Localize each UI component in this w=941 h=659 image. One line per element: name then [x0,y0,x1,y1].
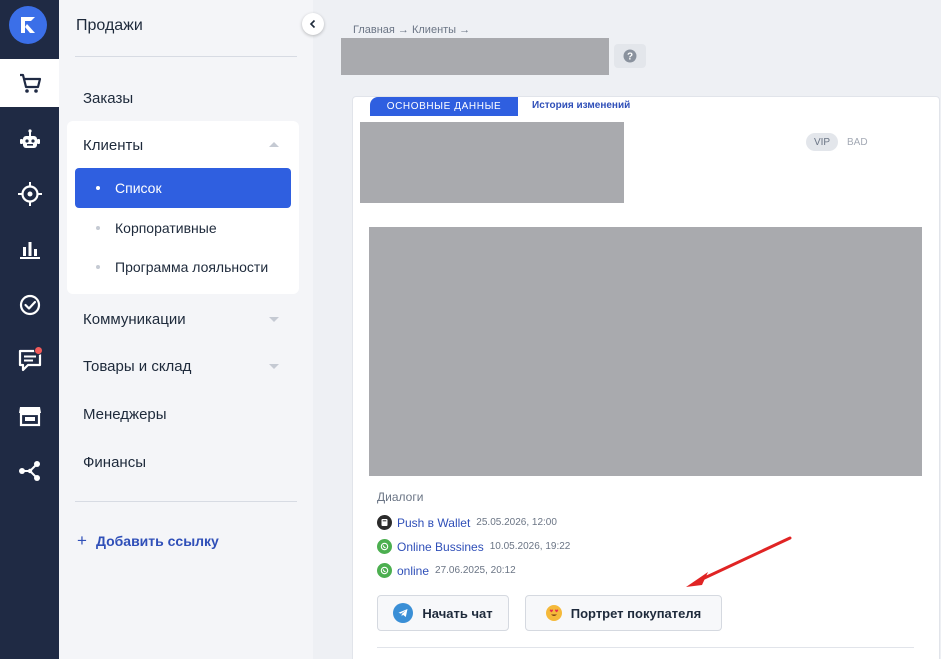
chevron-down-icon[interactable] [269,317,279,322]
logo-icon[interactable] [9,6,47,44]
dialog-time: 27.06.2025, 20:12 [435,565,516,576]
dialog-item[interactable]: online 27.06.2025, 20:12 [377,563,516,578]
annotation-arrow [686,536,792,587]
chevron-down-icon[interactable] [269,364,279,369]
plus-icon: + [77,531,87,550]
sub-item-list-active[interactable] [75,168,291,208]
cart-icon[interactable] [0,59,59,107]
dialog-item[interactable]: Online Bussines 10.05.2026, 19:22 [377,539,570,554]
dialog-time: 10.05.2026, 19:22 [489,541,571,552]
bullet-icon [96,186,100,190]
notification-dot [34,346,43,355]
icon-rail [0,0,59,659]
chevron-left-icon [309,19,316,29]
heart-eyes-icon [545,605,562,621]
divider [75,501,297,502]
sub-item-corporate[interactable]: Корпоративные [115,220,217,236]
target-icon[interactable] [0,170,59,218]
store-icon[interactable] [0,392,59,440]
redacted-client-details [369,227,922,476]
help-button[interactable]: ? [614,44,646,68]
push-icon [377,515,392,530]
start-chat-label: Начать чат [422,605,493,621]
dialogs-title: Диалоги [377,490,424,504]
chevron-up-icon[interactable] [269,142,279,147]
section-nav: Продажи Заказы Клиенты Список Корпоратив… [59,0,313,659]
divider [377,647,914,648]
dialog-name[interactable]: online [397,564,429,578]
tab-history[interactable]: История изменений [532,100,630,111]
vip-tag[interactable]: VIP [806,133,838,151]
sub-item-list[interactable]: Список [115,180,162,196]
redacted-client-name [341,38,609,75]
dialog-item[interactable]: Push в Wallet 25.05.2026, 12:00 [377,515,557,530]
bad-tag[interactable]: BAD [847,137,868,148]
start-chat-button[interactable]: Начать чат [377,595,509,631]
add-link-button[interactable]: + Добавить ссылку [77,531,219,550]
nav-item-goods[interactable]: Товары и склад [83,358,191,375]
dialog-name[interactable]: Push в Wallet [397,516,470,530]
svg-text:?: ? [627,52,633,63]
divider [75,56,297,57]
add-link-label: Добавить ссылку [95,533,219,549]
nav-item-orders[interactable]: Заказы [83,90,133,107]
breadcrumb[interactable]: Главная → Клиенты → [353,24,470,36]
bullet-icon [96,265,100,269]
redacted-client-info [360,122,624,203]
tasks-icon[interactable] [0,281,59,329]
customer-portrait-button[interactable]: Портрет покупателя [525,595,722,631]
question-icon: ? [623,49,637,63]
customer-portrait-label: Портрет покупателя [570,605,702,621]
analytics-icon[interactable] [0,226,59,274]
integrations-icon[interactable] [0,447,59,495]
nav-item-managers[interactable]: Менеджеры [83,406,167,423]
tab-main-data[interactable]: ОСНОВНЫЕ ДАННЫЕ [370,97,518,116]
nav-item-finance[interactable]: Финансы [83,454,146,471]
dialog-time: 25.05.2026, 12:00 [476,517,557,528]
bullet-icon [96,226,100,230]
chat-icon[interactable] [0,336,59,384]
nav-item-clients[interactable]: Клиенты [83,137,143,154]
bot-icon[interactable] [0,117,59,165]
nav-item-communications[interactable]: Коммуникации [83,311,186,328]
whatsapp-icon [377,539,392,554]
dialog-name[interactable]: Online Bussines [397,540,484,554]
sub-item-loyalty[interactable]: Программа лояльности [115,259,268,275]
whatsapp-icon [377,563,392,578]
telegram-icon [393,603,414,623]
nav-title: Продажи [76,17,143,34]
collapse-sidebar-button[interactable] [302,13,324,35]
